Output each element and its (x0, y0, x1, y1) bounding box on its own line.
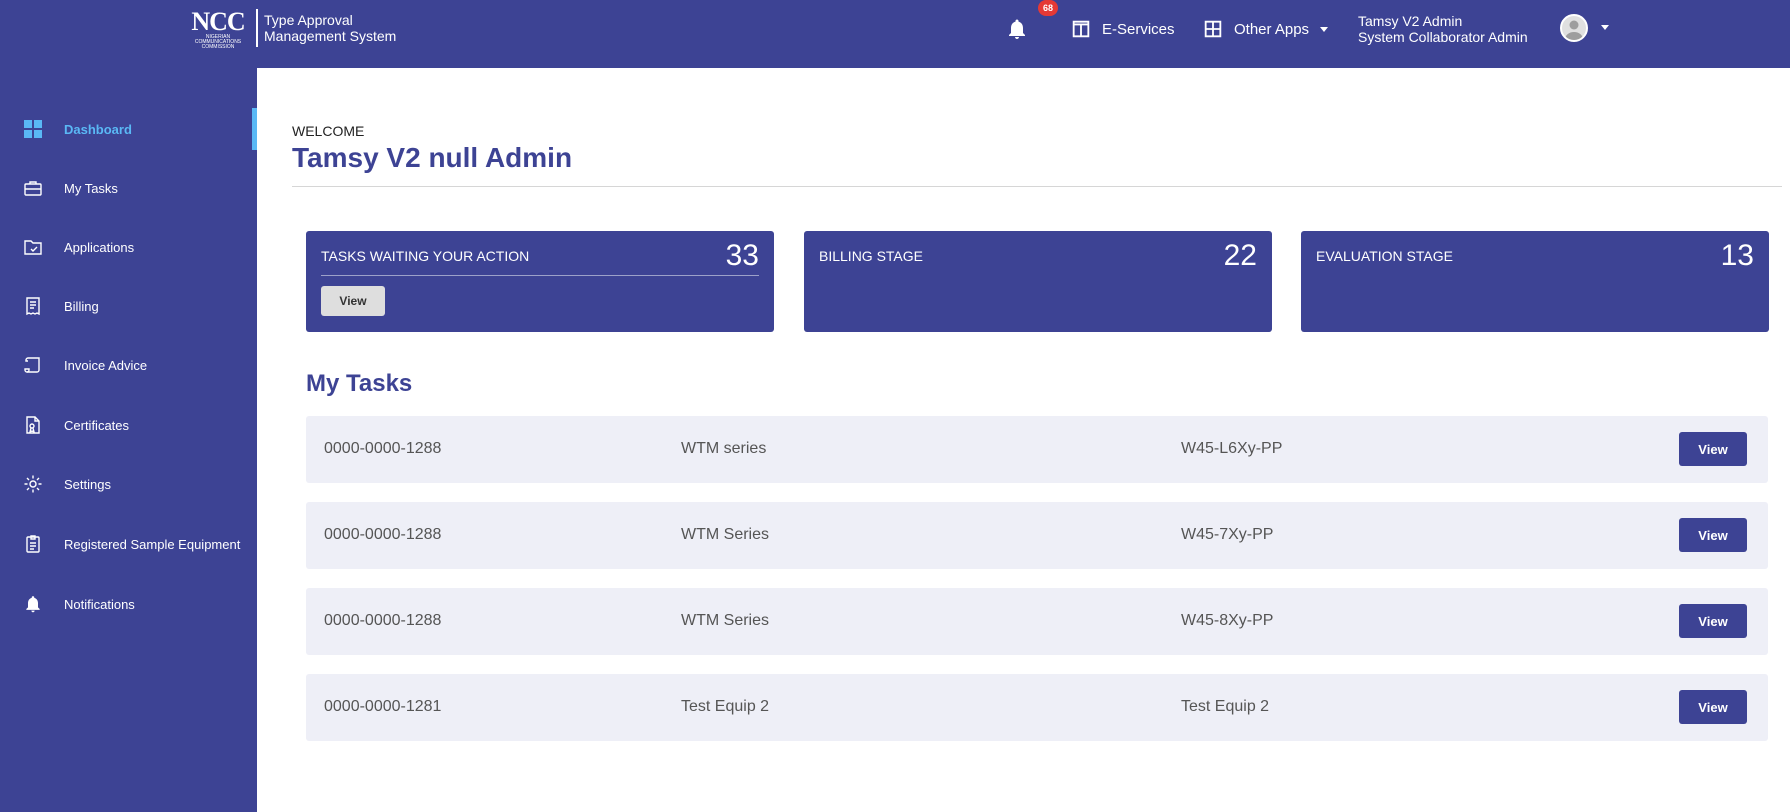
clipboard-icon (22, 533, 44, 555)
task-id: 0000-0000-1288 (324, 526, 442, 543)
sidebar-item-label: Notifications (64, 596, 135, 612)
logo-divider (256, 9, 258, 47)
certificate-icon (22, 414, 44, 436)
app-title: Type Approval Management System (264, 12, 396, 44)
task-id: 0000-0000-1288 (324, 440, 442, 457)
task-model: W45-7Xy-PP (1181, 526, 1274, 543)
user-menu-caret-icon[interactable] (1600, 22, 1610, 32)
view-task-button[interactable]: View (1679, 432, 1747, 466)
sidebar-item-invoice-advice[interactable]: Invoice Advice (0, 344, 257, 386)
tasks-waiting-card: TASKS WAITING YOUR ACTION 33 View (306, 231, 774, 332)
view-task-button[interactable]: View (1679, 604, 1747, 638)
welcome-label: WELCOME (292, 123, 365, 139)
other-apps-label: Other Apps (1234, 20, 1310, 38)
sidebar-item-my-tasks[interactable]: My Tasks (0, 167, 257, 209)
my-tasks-heading: My Tasks (306, 370, 413, 397)
card-label: EVALUATION STAGE (1316, 248, 1453, 264)
folder-check-icon (22, 236, 44, 258)
card-count: 13 (1720, 239, 1754, 272)
notifications-bell-icon[interactable] (1005, 17, 1029, 41)
task-name: WTM Series (681, 612, 769, 629)
task-model: Test Equip 2 (1181, 698, 1270, 715)
user-info[interactable]: Tamsy V2 Admin System Collaborator Admin (1358, 13, 1528, 45)
ncc-logo[interactable]: NCC NIGERIAN COMMUNICATIONS COMMISSION (189, 7, 247, 50)
task-name: WTM Series (681, 526, 769, 543)
scroll-icon (22, 354, 44, 376)
other-apps-dropdown[interactable]: Other Apps (1202, 17, 1329, 41)
sidebar-item-applications[interactable]: Applications (0, 226, 257, 268)
dashboard-icon (22, 118, 44, 140)
task-id: 0000-0000-1288 (324, 612, 442, 629)
card-label: BILLING STAGE (819, 248, 923, 264)
page-title: Tamsy V2 null Admin (292, 142, 573, 173)
user-role: System Collaborator Admin (1358, 29, 1528, 45)
eservices-label: E-Services (1102, 20, 1175, 38)
view-tasks-button[interactable]: View (321, 286, 385, 316)
bell-icon (22, 593, 44, 615)
notification-count-badge: 68 (1038, 0, 1058, 16)
avatar[interactable] (1560, 14, 1588, 42)
sidebar: Dashboard My Tasks Applications Billing … (0, 68, 257, 812)
sidebar-item-settings[interactable]: Settings (0, 463, 257, 505)
gear-icon (22, 473, 44, 495)
sidebar-item-certificates[interactable]: Certificates (0, 404, 257, 446)
sidebar-item-label: My Tasks (64, 180, 118, 196)
sidebar-item-notifications[interactable]: Notifications (0, 583, 257, 625)
task-row: 0000-0000-1281 Test Equip 2 Test Equip 2… (306, 674, 1768, 741)
task-model: W45-L6Xy-PP (1181, 440, 1283, 457)
app-title-line1: Type Approval (264, 12, 353, 28)
task-row: 0000-0000-1288 WTM series W45-L6Xy-PP Vi… (306, 416, 1768, 483)
task-model: W45-8Xy-PP (1181, 612, 1274, 629)
sidebar-item-registered-sample-equipment[interactable]: Registered Sample Equipment (0, 523, 257, 565)
task-row: 0000-0000-1288 WTM Series W45-8Xy-PP Vie… (306, 588, 1768, 655)
logo-subtext: NIGERIAN COMMUNICATIONS COMMISSION (194, 34, 242, 50)
sidebar-item-label: Certificates (64, 417, 130, 433)
sidebar-item-label: Billing (64, 298, 99, 314)
sidebar-item-billing[interactable]: Billing (0, 285, 257, 327)
apps-grid-icon (1204, 20, 1222, 38)
receipt-icon (22, 295, 44, 317)
task-name: Test Equip 2 (681, 698, 770, 715)
user-name: Tamsy V2 Admin (1358, 13, 1463, 29)
card-count: 22 (1223, 239, 1257, 272)
card-count: 33 (725, 239, 759, 272)
logo-mark: NCC (191, 7, 245, 36)
sidebar-item-label: Settings (64, 476, 111, 492)
evaluation-stage-card[interactable]: EVALUATION STAGE 13 (1301, 231, 1769, 332)
sidebar-item-label: Dashboard (64, 121, 132, 137)
sidebar-item-label: Applications (64, 239, 135, 255)
sidebar-item-label: Registered Sample Equipment (64, 536, 241, 552)
card-label: TASKS WAITING YOUR ACTION (321, 248, 530, 264)
task-id: 0000-0000-1281 (324, 698, 442, 715)
window-icon (1072, 20, 1090, 38)
view-task-button[interactable]: View (1679, 518, 1747, 552)
card-divider (321, 275, 759, 276)
briefcase-icon (22, 177, 44, 199)
eservices-link[interactable]: E-Services (1070, 17, 1175, 41)
sidebar-item-dashboard[interactable]: Dashboard (0, 108, 257, 150)
sidebar-item-label: Invoice Advice (64, 357, 148, 373)
caret-down-icon (1320, 27, 1329, 32)
top-bar: NCC NIGERIAN COMMUNICATIONS COMMISSION T… (0, 0, 1790, 68)
divider (292, 186, 1782, 187)
task-name: WTM series (681, 440, 767, 457)
task-row: 0000-0000-1288 WTM Series W45-7Xy-PP Vie… (306, 502, 1768, 569)
app-title-line2: Management System (264, 28, 397, 44)
billing-stage-card[interactable]: BILLING STAGE 22 (804, 231, 1272, 332)
view-task-button[interactable]: View (1679, 690, 1747, 724)
